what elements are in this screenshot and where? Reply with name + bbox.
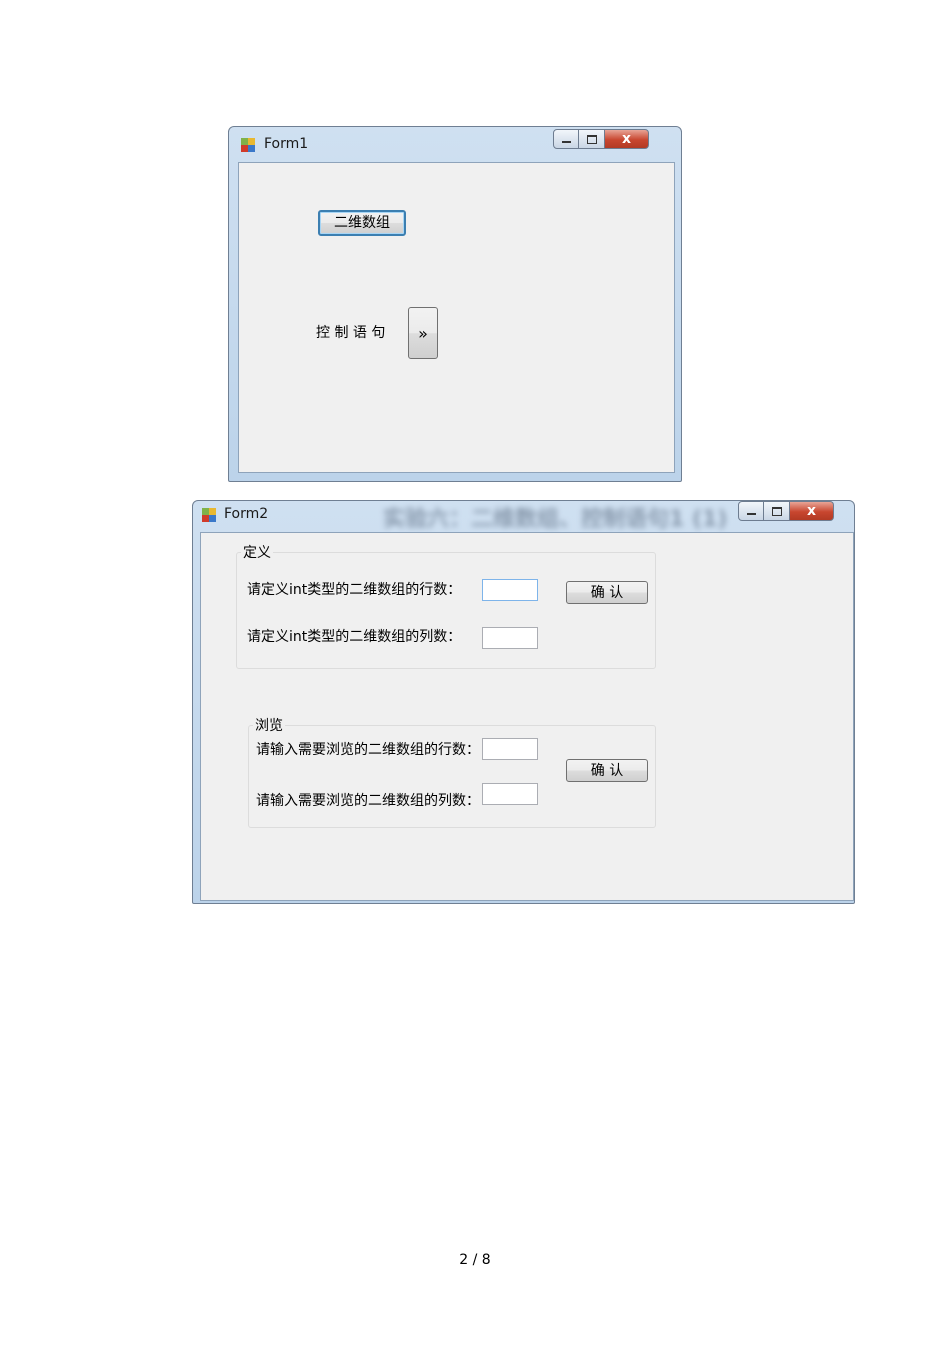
maximize-icon[interactable]	[764, 501, 790, 521]
browse-cols-label: 请输入需要浏览的二维数组的列数：	[256, 793, 480, 809]
page-number: 2 / 8	[459, 1252, 491, 1268]
browse-group-title: 浏览	[253, 715, 285, 735]
close-icon[interactable]: x	[605, 129, 649, 149]
minimize-icon[interactable]	[738, 501, 764, 521]
define-rows-input[interactable]	[482, 579, 538, 601]
maximize-icon[interactable]	[579, 129, 605, 149]
define-cols-label: 请定义int类型的二维数组的列数：	[247, 629, 462, 645]
browse-rows-label: 请输入需要浏览的二维数组的行数：	[256, 742, 480, 758]
define-rows-label: 请定义int类型的二维数组的行数：	[247, 582, 462, 598]
browse-groupbox: 浏览 请输入需要浏览的二维数组的行数： 确 认 请输入需要浏览的二维数组的列数：	[248, 715, 656, 828]
control-statement-label: 控 制 语 句	[316, 325, 386, 341]
define-confirm-button[interactable]: 确 认	[566, 581, 648, 604]
form1-window: Form1 x 二维数组 控 制 语 句 »	[228, 126, 682, 482]
form2-client-area: 定义 请定义int类型的二维数组的行数： 确 认 请定义int类型的二维数组的列…	[200, 532, 854, 901]
browse-rows-input[interactable]	[482, 738, 538, 760]
define-cols-input[interactable]	[482, 627, 538, 649]
expand-button[interactable]: »	[408, 307, 438, 359]
form2-window-controls: x	[738, 501, 834, 521]
form2-title: Form2	[224, 506, 269, 522]
form1-window-controls: x	[553, 129, 649, 149]
app-icon	[241, 138, 257, 154]
minimize-icon[interactable]	[553, 129, 579, 149]
close-icon[interactable]: x	[790, 501, 834, 521]
form1-titlebar[interactable]: Form1 x	[229, 127, 681, 161]
form1-client-area: 二维数组 控 制 语 句 »	[238, 162, 675, 473]
two-dim-array-button[interactable]: 二维数组	[318, 210, 406, 236]
form2-window: Form2 实验六：二维数组、控制语句1 (1) x 定义 请定义int类型的二…	[192, 500, 855, 904]
form2-titlebar[interactable]: Form2 实验六：二维数组、控制语句1 (1) x	[193, 501, 854, 535]
form1-title: Form1	[264, 136, 309, 152]
browse-confirm-button[interactable]: 确 认	[566, 759, 648, 782]
define-group-title: 定义	[241, 542, 273, 562]
define-groupbox: 定义 请定义int类型的二维数组的行数： 确 认 请定义int类型的二维数组的列…	[236, 542, 656, 669]
app-icon	[202, 508, 218, 524]
browse-cols-input[interactable]	[482, 783, 538, 805]
blurred-background-title: 实验六：二维数组、控制语句1 (1)	[383, 507, 728, 532]
